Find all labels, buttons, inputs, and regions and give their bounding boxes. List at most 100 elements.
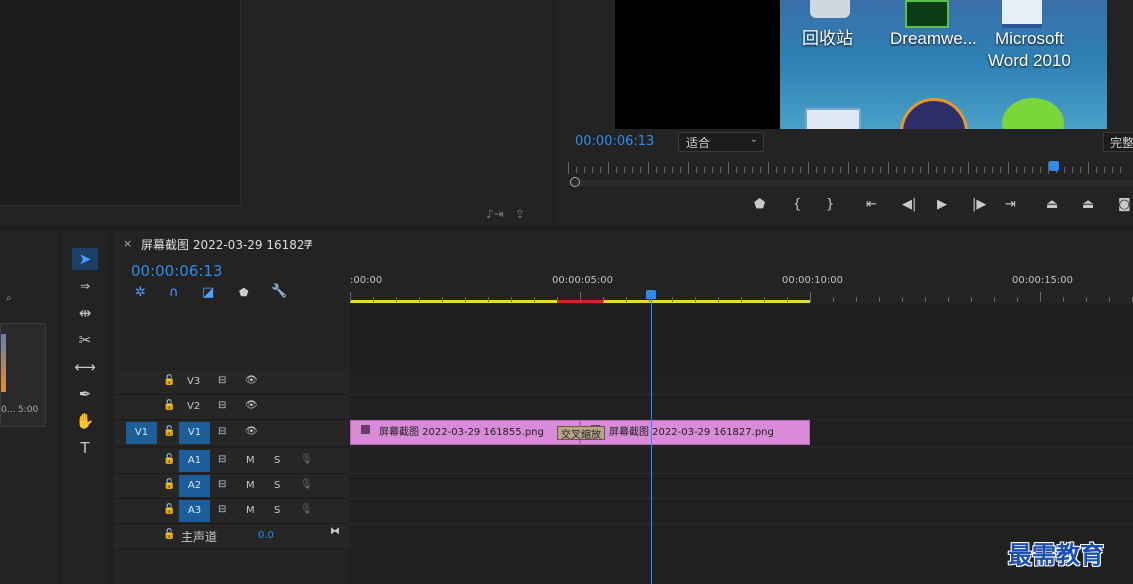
- add-marker-icon[interactable]: ⬟: [239, 286, 249, 299]
- track-header-a1[interactable]: 🔓 A1 ⊟ M S 🎙: [115, 449, 349, 474]
- pen-tool-icon[interactable]: ✒: [72, 383, 98, 405]
- track-header-master[interactable]: 🔓 主声道 0.0 ⧓: [115, 524, 349, 549]
- sync-lock-icon[interactable]: ⊟: [218, 454, 226, 465]
- mute-button[interactable]: M: [246, 505, 255, 516]
- sync-lock-icon[interactable]: ⊟: [218, 479, 226, 490]
- export-frame-icon[interactable]: ♪⇥: [486, 207, 504, 221]
- ruler-tick: [879, 297, 880, 302]
- transition-cross-zoom[interactable]: 交叉缩放: [557, 426, 605, 440]
- program-scroll-track[interactable]: [568, 180, 1133, 186]
- master-go-to-icon[interactable]: ⧓: [330, 526, 340, 537]
- program-ruler-tick: [1072, 167, 1073, 173]
- selection-tool-icon[interactable]: ➤: [72, 248, 98, 270]
- lock-icon[interactable]: 🔓: [163, 479, 175, 490]
- lock-icon[interactable]: 🔓: [163, 426, 175, 437]
- playhead-handle[interactable]: [645, 290, 656, 299]
- track-name[interactable]: V2: [187, 401, 200, 412]
- mute-button[interactable]: M: [246, 480, 255, 491]
- go-to-out-icon[interactable]: ⇥: [1005, 197, 1016, 212]
- microphone-icon[interactable]: 🎙: [300, 504, 313, 515]
- extract-icon[interactable]: ⏏: [1082, 197, 1094, 212]
- track-name[interactable]: V3: [187, 376, 200, 387]
- mark-out-icon[interactable]: }: [826, 197, 834, 212]
- program-scroll-handle[interactable]: [570, 177, 580, 187]
- sync-lock-icon[interactable]: ⊟: [218, 375, 226, 386]
- eye-icon[interactable]: 👁: [245, 426, 258, 437]
- eye-icon[interactable]: 👁: [245, 400, 258, 411]
- lift-icon[interactable]: ⏏: [1046, 197, 1058, 212]
- close-tab-icon[interactable]: ×: [123, 237, 132, 250]
- zoom-select[interactable]: 适合 ⌄: [678, 132, 764, 152]
- microphone-icon[interactable]: 🎙: [300, 479, 313, 490]
- track-header-v3[interactable]: 🔓 V3 ⊟ 👁: [115, 370, 349, 395]
- source-patch-v1[interactable]: V1: [126, 422, 157, 444]
- video-clip[interactable]: 屏幕截图 2022-03-29 161855.png: [350, 420, 580, 445]
- hand-tool-icon[interactable]: ✋: [72, 410, 98, 432]
- master-volume-value[interactable]: 0.0: [258, 530, 274, 541]
- track-lane-a1[interactable]: [350, 449, 1133, 474]
- ruler-tick: [465, 297, 466, 302]
- go-to-in-icon[interactable]: ⇤: [866, 197, 877, 212]
- eye-icon[interactable]: 👁: [245, 375, 258, 386]
- program-playhead-marker[interactable]: [1049, 161, 1059, 171]
- type-tool-icon[interactable]: T: [72, 437, 98, 459]
- track-lane-a3[interactable]: [350, 499, 1133, 524]
- track-header-v1[interactable]: V1 🔓 V1 ⊟ 👁: [115, 420, 349, 447]
- track-lane-v3[interactable]: [350, 370, 1133, 395]
- track-header-v2[interactable]: 🔓 V2 ⊟ 👁: [115, 395, 349, 420]
- ruler-label: 00:00:15:00: [1012, 275, 1074, 286]
- step-back-icon[interactable]: ◀|: [902, 197, 916, 212]
- track-target-v1[interactable]: V1: [179, 422, 210, 444]
- solo-button[interactable]: S: [274, 480, 280, 491]
- sync-lock-icon[interactable]: ⊟: [218, 504, 226, 515]
- ruler-tick: [442, 297, 443, 302]
- add-marker-icon[interactable]: ⬟: [754, 197, 765, 212]
- step-forward-icon[interactable]: |▶: [972, 197, 986, 212]
- lock-icon[interactable]: 🔓: [163, 375, 175, 386]
- timeline-timecode[interactable]: 00:00:06:13: [131, 262, 223, 280]
- wrench-icon[interactable]: 🔧: [271, 284, 287, 299]
- track-lane-a2[interactable]: [350, 474, 1133, 499]
- microphone-icon[interactable]: 🎙: [300, 454, 313, 465]
- eclipse-icon: [900, 98, 968, 129]
- solo-button[interactable]: S: [274, 455, 280, 466]
- insert-icon[interactable]: ⇪: [515, 207, 525, 221]
- program-ruler-tick: [656, 167, 657, 173]
- mute-button[interactable]: M: [246, 455, 255, 466]
- slip-tool-icon[interactable]: ⟷: [72, 356, 98, 378]
- lock-icon[interactable]: 🔓: [163, 400, 175, 411]
- lock-icon[interactable]: 🔓: [163, 454, 175, 465]
- track-lane-v2[interactable]: [350, 395, 1133, 420]
- quality-select[interactable]: 完整: [1103, 132, 1133, 152]
- program-ruler-tick: [584, 167, 585, 173]
- nest-sequence-icon[interactable]: ✲: [135, 285, 146, 300]
- track-target-a1[interactable]: A1: [179, 450, 210, 472]
- timeline-menu-icon[interactable]: ≡: [303, 236, 313, 250]
- project-item[interactable]: 0... 5:00: [0, 323, 46, 427]
- program-timecode[interactable]: 00:00:06:13: [575, 134, 654, 149]
- playhead-line[interactable]: [650, 299, 652, 584]
- ruler-tick: [350, 292, 351, 302]
- sync-lock-icon[interactable]: ⊟: [218, 426, 226, 437]
- lock-icon[interactable]: 🔓: [163, 529, 175, 540]
- solo-button[interactable]: S: [274, 505, 280, 516]
- linked-selection-icon[interactable]: ◪: [202, 285, 214, 300]
- lock-icon[interactable]: 🔓: [163, 504, 175, 515]
- track-header-a2[interactable]: 🔓 A2 ⊟ M S 🎙: [115, 474, 349, 499]
- program-ruler-tick: [760, 167, 761, 173]
- export-frame-icon[interactable]: ◙: [1118, 197, 1131, 212]
- track-target-a3[interactable]: A3: [179, 500, 210, 522]
- ripple-edit-tool-icon[interactable]: ⇹: [72, 302, 98, 324]
- track-header-a3[interactable]: 🔓 A3 ⊟ M S 🎙: [115, 499, 349, 524]
- mark-in-icon[interactable]: {: [793, 197, 801, 212]
- track-select-tool-icon[interactable]: ⇒: [72, 275, 98, 297]
- track-target-a2[interactable]: A2: [179, 475, 210, 497]
- program-ruler-tick: [832, 167, 833, 173]
- video-clip[interactable]: 屏幕截图 2022-03-29 161827.png: [580, 420, 810, 445]
- snap-icon[interactable]: ∩: [169, 285, 179, 300]
- sync-lock-icon[interactable]: ⊟: [218, 400, 226, 411]
- search-icon[interactable]: ⌕: [6, 293, 12, 304]
- play-icon[interactable]: ▶: [937, 197, 947, 212]
- razor-tool-icon[interactable]: ✂: [72, 329, 98, 351]
- timeline-tab-title[interactable]: 屏幕截图 2022-03-29 161827: [141, 236, 312, 253]
